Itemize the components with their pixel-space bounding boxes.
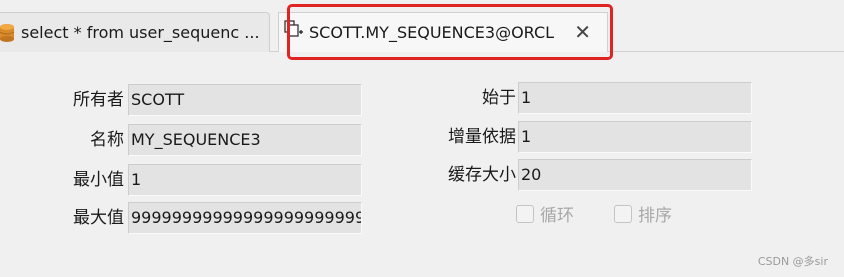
start-with-label: 始于 [482, 88, 516, 108]
database-icon [0, 23, 15, 42]
increment-field[interactable]: 1 [518, 121, 752, 153]
min-value-label: 最小值 [73, 170, 124, 190]
max-value-label: 最大值 [73, 208, 124, 228]
tab-bar: select * from user_sequenc ... SCOTT.MY_… [0, 0, 844, 52]
name-label: 名称 [90, 130, 124, 150]
sequence-icon [284, 20, 303, 37]
tab-query[interactable]: select * from user_sequenc ... [0, 12, 270, 52]
start-with-field[interactable]: 1 [518, 82, 752, 114]
watermark: CSDN @多sir [757, 255, 828, 268]
min-value-field[interactable]: 1 [128, 164, 362, 196]
name-field[interactable]: MY_SEQUENCE3 [128, 124, 362, 156]
cache-size-field[interactable]: 20 [518, 159, 752, 191]
owner-field[interactable]: SCOTT [128, 84, 362, 116]
tab-query-label: select * from user_sequenc ... [21, 23, 260, 42]
owner-label: 所有者 [73, 90, 124, 110]
max-value-field[interactable]: 9999999999999999999999999999 [128, 202, 362, 234]
close-icon[interactable]: ✕ [574, 21, 591, 43]
increment-label: 增量依据 [448, 127, 516, 147]
tab-sequence-label: SCOTT.MY_SEQUENCE3@ORCL [309, 23, 555, 42]
order-checkbox[interactable]: 排序 [614, 201, 672, 226]
cycle-checkbox-box[interactable] [516, 204, 534, 223]
cycle-checkbox-label: 循环 [540, 206, 574, 226]
order-checkbox-label: 排序 [638, 206, 672, 226]
order-checkbox-box[interactable] [614, 204, 632, 223]
tab-sequence[interactable]: SCOTT.MY_SEQUENCE3@ORCL ✕ [278, 12, 608, 52]
cache-size-label: 缓存大小 [448, 165, 516, 185]
cycle-checkbox[interactable]: 循环 [516, 201, 574, 226]
